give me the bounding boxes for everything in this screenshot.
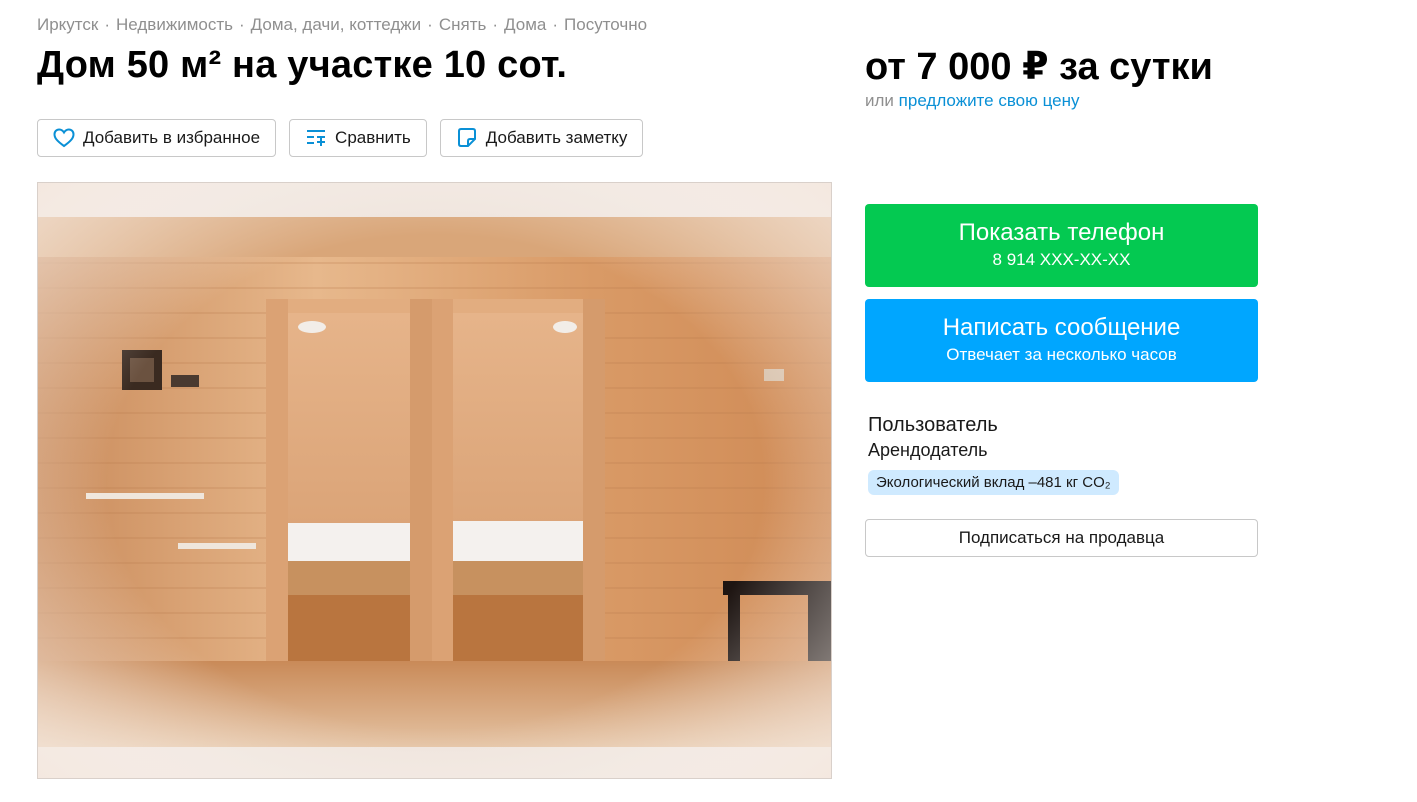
- page-title: Дом 50 м² на участке 10 сот.: [37, 44, 568, 86]
- masked-phone: 8 914 XXX-XX-XX: [992, 250, 1131, 269]
- breadcrumb-item-city[interactable]: Иркутск: [37, 15, 98, 34]
- add-favorite-label: Добавить в избранное: [83, 128, 261, 147]
- add-note-button[interactable]: Добавить заметку: [439, 119, 644, 157]
- breadcrumb-separator: ·: [552, 15, 559, 34]
- response-time: Отвечает за несколько часов: [946, 345, 1177, 364]
- heart-icon: [52, 127, 76, 149]
- price: от 7 000 ₽ за сутки: [865, 46, 1213, 88]
- write-message-button[interactable]: Написать сообщение Отвечает за несколько…: [865, 299, 1258, 382]
- seller-name[interactable]: Пользователь: [868, 414, 998, 437]
- compare-icon: [304, 127, 328, 149]
- offer-line: или предложите свою цену: [865, 91, 1080, 111]
- breadcrumb-item-rent[interactable]: Снять: [439, 15, 487, 34]
- breadcrumb-separator: ·: [104, 15, 111, 34]
- add-note-label: Добавить заметку: [485, 128, 628, 147]
- write-message-label: Написать сообщение: [942, 314, 1181, 341]
- compare-button[interactable]: Сравнить: [289, 119, 427, 157]
- breadcrumb-separator: ·: [427, 15, 433, 34]
- offer-price-link[interactable]: предложите свою цену: [899, 91, 1080, 110]
- listing-actions: Добавить в избранное Сравнить Добавить з…: [37, 119, 644, 157]
- listing-photo[interactable]: [37, 182, 832, 779]
- show-phone-label: Показать телефон: [958, 219, 1165, 246]
- interior-photo-image: [38, 183, 831, 778]
- show-phone-button[interactable]: Показать телефон 8 914 XXX-XX-XX: [865, 204, 1258, 287]
- breadcrumb-item-realty[interactable]: Недвижимость: [116, 15, 233, 34]
- note-icon: [455, 127, 479, 149]
- breadcrumb-separator: ·: [492, 15, 499, 34]
- breadcrumb: Иркутск · Недвижимость · Дома, дачи, коттедж…: [37, 15, 647, 35]
- subscribe-seller-button[interactable]: Подписаться на продавца: [865, 519, 1258, 557]
- compare-label: Сравнить: [335, 128, 411, 147]
- breadcrumb-separator: ·: [238, 15, 245, 34]
- offer-prefix: или: [865, 91, 894, 110]
- breadcrumb-item-daily[interactable]: Посуточно: [564, 15, 647, 34]
- breadcrumb-item-houses[interactable]: Дома: [504, 15, 546, 34]
- seller-role: Арендодатель: [868, 440, 988, 460]
- breadcrumb-item-houses-category[interactable]: Дома, дачи, коттеджи: [251, 15, 422, 34]
- add-favorite-button[interactable]: Добавить в избранное: [37, 119, 277, 157]
- eco-contribution-badge[interactable]: Экологический вклад –481 кг CO₂: [868, 470, 1119, 495]
